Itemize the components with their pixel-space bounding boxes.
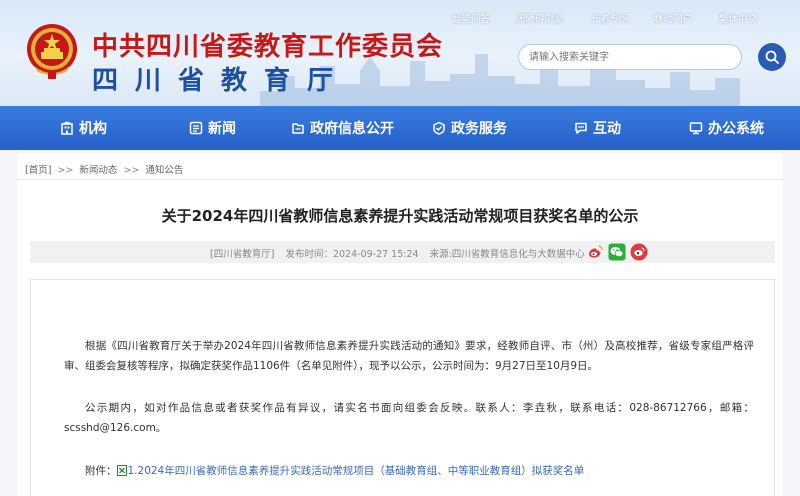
breadcrumb-separator: >> <box>123 165 140 176</box>
chat-icon <box>574 121 588 135</box>
breadcrumb-home[interactable]: [首页] <box>25 165 51 176</box>
nav-item-institution[interactable]: 机构 <box>60 106 107 150</box>
breadcrumb-notices[interactable]: 通知公告 <box>145 165 183 176</box>
building-icon <box>60 121 74 135</box>
nav-label-interaction: 互动 <box>593 121 621 137</box>
article-meta: [四川省教育厅] 发布时间：2024-09-27 15:24 来源:四川省教育信… <box>210 246 593 260</box>
nav-item-gov-service[interactable]: 政务服务 <box>432 106 507 150</box>
search-icon <box>765 50 779 64</box>
top-link-smart-qa[interactable]: 智能问答 <box>452 11 490 25</box>
attachment-row: 附件： 1.2024年四川省教师信息素养提升实践活动常规项目（基础教育组、中等职… <box>85 463 584 478</box>
attachment-label: 附件： <box>85 465 117 477</box>
nav-item-gov-info[interactable]: 政府信息公开 <box>291 106 394 150</box>
office-icon <box>689 121 703 135</box>
meta-publish-time: 发布时间：2024-09-27 15:24 <box>285 249 419 260</box>
top-links: 智能问答 无障碍浏览 长者专区 移动门户 繁体中文 <box>0 11 800 25</box>
top-link-mobile[interactable]: 移动门户 <box>654 11 692 25</box>
main-nav: 机构 新闻 政府信息公开 政务服务 互动 办公系统 <box>0 106 800 150</box>
article-card: [首页] >> 新闻动态 >> 通知公告 关于2024年四川省教师信息素养提升实… <box>17 153 783 496</box>
divider <box>17 179 783 180</box>
service-icon <box>432 121 446 135</box>
attachment-link[interactable]: 1.2024年四川省教师信息素养提升实践活动常规项目（基础教育组、中等职业教育组… <box>128 463 585 478</box>
nav-label-news: 新闻 <box>208 121 236 137</box>
nav-label-gov-service: 政务服务 <box>451 121 507 137</box>
wechat-share-icon[interactable] <box>608 243 626 261</box>
national-emblem-logo <box>24 22 80 80</box>
meta-source-org: [四川省教育厅] <box>210 249 275 260</box>
top-link-elderly[interactable]: 长者专区 <box>591 11 629 25</box>
weibo-share-icon[interactable] <box>586 243 604 261</box>
search-input[interactable] <box>529 49 729 66</box>
article-title: 关于2024年四川省教师信息素养提升实践活动常规项目获奖名单的公示 <box>161 207 639 225</box>
top-link-traditional-chinese[interactable]: 繁体中文 <box>719 11 757 25</box>
search-button[interactable] <box>758 43 786 71</box>
nav-label-gov-info: 政府信息公开 <box>310 121 394 137</box>
article-paragraph: 公示期内，如对作品信息或者获奖作品有异议，请实名书面向组委会反映。联系人：李垚秋… <box>64 402 754 434</box>
top-link-accessibility[interactable]: 无障碍浏览 <box>516 11 564 25</box>
nav-item-interaction[interactable]: 互动 <box>574 106 621 150</box>
sina-share-icon[interactable] <box>630 243 648 261</box>
nav-label-office-system: 办公系统 <box>708 121 764 137</box>
article-body: 根据《四川省教育厅关于举办2024年四川省教师信息素养提升实践活动的通知》要求，… <box>30 279 775 496</box>
meta-source: 来源:四川省教育信息化与大数据中心 <box>429 249 585 260</box>
article-meta-bar: [四川省教育厅] 发布时间：2024-09-27 15:24 来源:四川省教育信… <box>30 241 775 263</box>
nav-item-news[interactable]: 新闻 <box>189 106 236 150</box>
newspaper-icon <box>189 121 203 135</box>
breadcrumb-separator: >> <box>57 165 74 176</box>
breadcrumb-news[interactable]: 新闻动态 <box>79 165 117 176</box>
nav-item-office-system[interactable]: 办公系统 <box>689 106 764 150</box>
search-box <box>518 44 742 70</box>
breadcrumb: [首页] >> 新闻动态 >> 通知公告 <box>25 162 186 176</box>
article-paragraph: 根据《四川省教育厅关于举办2024年四川省教师信息素养提升实践活动的通知》要求，… <box>64 340 754 372</box>
info-open-icon <box>291 121 305 135</box>
site-header: 中共四川省委教育工作委员会 四川省教育厅 智能问答 无障碍浏览 长者专区 移动门… <box>0 0 800 106</box>
org-title: 中共四川省委教育工作委员会 <box>92 32 444 62</box>
dept-title: 四川省教育厅 <box>92 66 351 96</box>
excel-file-icon <box>116 465 127 476</box>
nav-label-institution: 机构 <box>79 121 107 137</box>
